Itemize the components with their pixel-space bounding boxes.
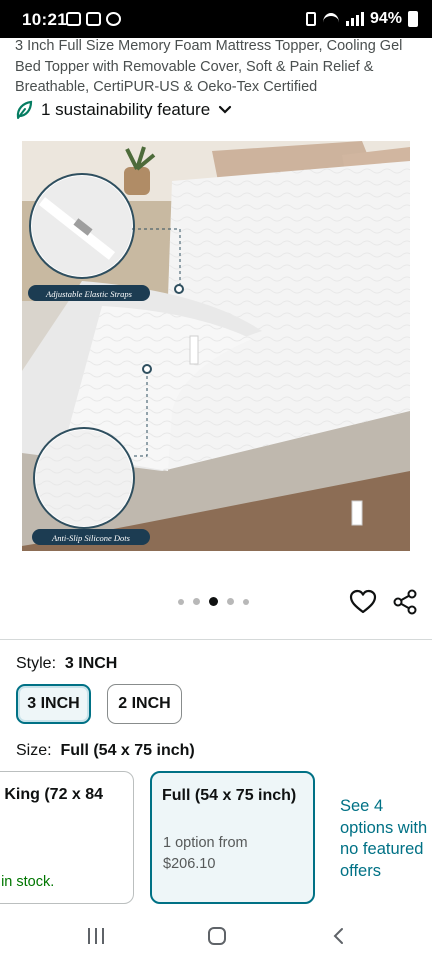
option-count: 1 option from bbox=[163, 835, 248, 851]
mail-icon bbox=[86, 12, 101, 26]
size-option-title: Full (54 x 75 inch) bbox=[162, 787, 297, 804]
straps-callout-label: Adjustable Elastic Straps bbox=[45, 289, 133, 299]
system-nav-bar bbox=[0, 912, 432, 960]
sim-icon bbox=[305, 12, 316, 26]
dots-callout-label: Anti-Slip Silicone Dots bbox=[51, 533, 131, 543]
carousel-dot[interactable] bbox=[227, 598, 234, 605]
heart-icon[interactable] bbox=[349, 589, 377, 615]
battery-percent: 94% bbox=[369, 10, 402, 27]
carousel-dot[interactable] bbox=[178, 598, 184, 605]
mattress-topper-illustration: Adjustable Elastic Straps Anti-Slip Sili… bbox=[22, 141, 410, 551]
chevron-down-icon bbox=[219, 105, 232, 114]
carousel-indicator[interactable] bbox=[178, 597, 249, 606]
carousel-dot[interactable] bbox=[193, 598, 200, 605]
size-option-title: a King (72 x 84 bbox=[0, 786, 104, 803]
size-option-full[interactable]: Full (54 x 75 inch) 1 option from $206.1… bbox=[150, 771, 315, 904]
style-label: Style: bbox=[16, 655, 57, 672]
back-icon[interactable] bbox=[332, 927, 344, 945]
sustainability-label: 1 sustainability feature bbox=[41, 100, 211, 119]
style-option-2-inch[interactable]: 2 INCH bbox=[107, 684, 182, 724]
status-right: 94% bbox=[305, 10, 418, 28]
option-price-info: 1 option from $206.10 bbox=[163, 833, 248, 875]
signal-icon bbox=[345, 12, 364, 26]
option-price: $206.10 bbox=[163, 856, 216, 872]
home-icon[interactable] bbox=[208, 927, 226, 945]
product-title: 3 Inch Full Size Memory Foam Mattress To… bbox=[15, 38, 403, 95]
notification-icons bbox=[66, 12, 121, 26]
divider bbox=[0, 639, 432, 640]
compass-icon bbox=[106, 12, 121, 26]
battery-icon bbox=[408, 11, 418, 27]
carousel-dot[interactable] bbox=[243, 598, 249, 605]
size-selection-label: Size: Full (54 x 75 inch) bbox=[16, 742, 195, 760]
size-selected-value: Full (54 x 75 inch) bbox=[60, 742, 195, 759]
leaf-icon bbox=[16, 100, 33, 119]
wifi-icon bbox=[322, 12, 340, 26]
carousel-dot-active[interactable] bbox=[209, 597, 218, 606]
see-options-link[interactable]: See 4 options with no featured offers bbox=[340, 796, 432, 882]
recents-icon[interactable] bbox=[88, 928, 104, 944]
style-selected-value: 3 INCH bbox=[64, 655, 118, 672]
size-label: Size: bbox=[16, 742, 52, 759]
gallery-icon bbox=[66, 12, 81, 26]
stock-status: ft in stock. bbox=[0, 874, 55, 890]
style-selection-label: Style: 3 INCH bbox=[16, 655, 117, 673]
size-option-king[interactable]: a King (72 x 84 ft in stock. bbox=[0, 771, 134, 904]
status-bar: 10:21 94% bbox=[0, 0, 432, 38]
share-icon[interactable] bbox=[392, 589, 418, 615]
product-image[interactable]: Adjustable Elastic Straps Anti-Slip Sili… bbox=[22, 141, 410, 551]
status-time: 10:21 bbox=[22, 10, 67, 29]
style-option-3-inch[interactable]: 3 INCH bbox=[16, 684, 91, 724]
sustainability-link[interactable]: 1 sustainability feature bbox=[15, 100, 232, 120]
